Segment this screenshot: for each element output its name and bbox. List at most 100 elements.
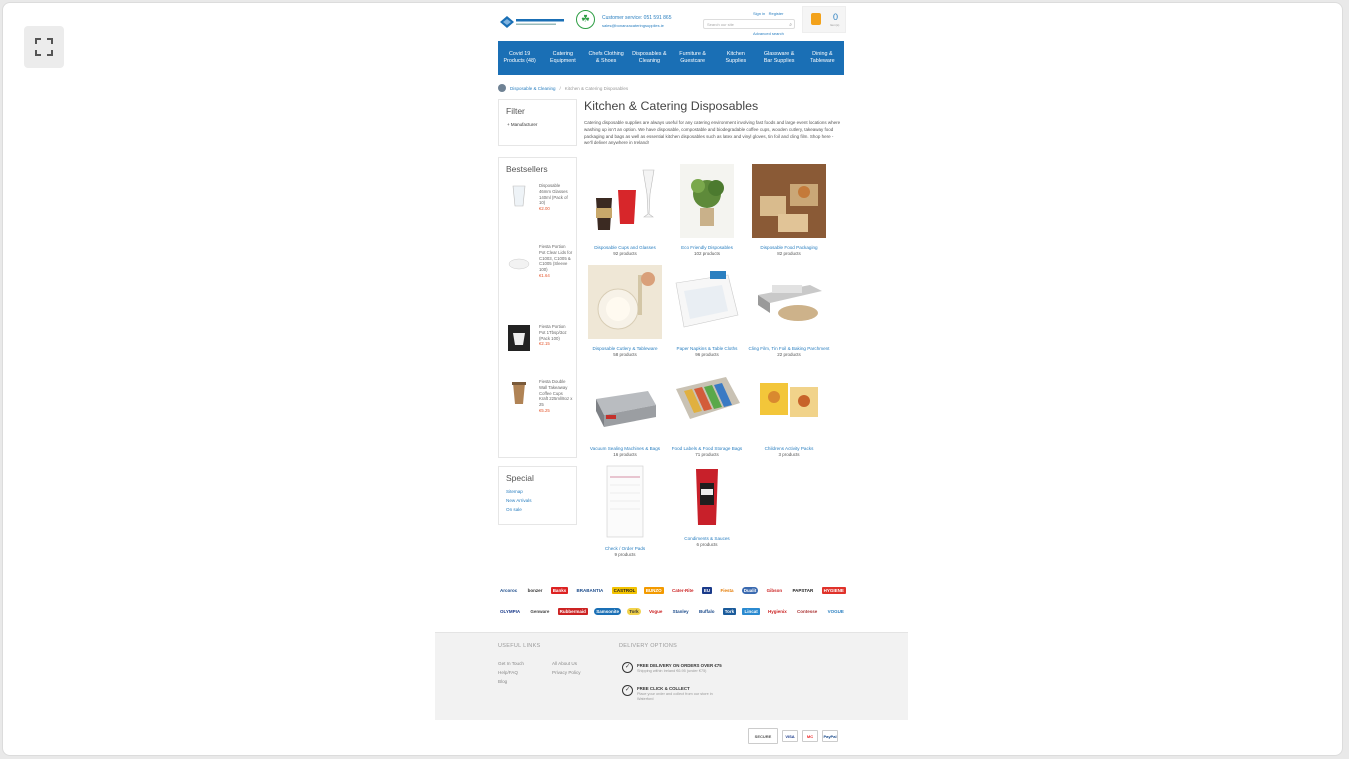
brand-logo[interactable]: BUNZO (643, 586, 664, 594)
search-input[interactable]: Search our site ⌕ (703, 19, 795, 29)
bestseller-price: €2.15 (539, 341, 550, 347)
bestseller-name[interactable]: Fiesta Portion Pot Clear Lids for C1003,… (539, 244, 572, 272)
bestseller-text: Fiesta Portion Pot Clear Lids for C1003,… (539, 244, 573, 279)
brand-logo[interactable]: Dualit (741, 586, 759, 594)
category-image[interactable] (670, 265, 744, 339)
shopping-bag-icon (811, 13, 821, 25)
bestseller-item[interactable]: Fiesta Portion Pot 1Tbsp/3oz (Pack 100) €… (499, 321, 576, 376)
product-image[interactable] (508, 251, 530, 277)
brand-logo[interactable]: BRABANTIA (575, 587, 606, 594)
category-image[interactable] (588, 365, 662, 439)
category-image[interactable] (670, 164, 744, 238)
category-image[interactable] (588, 465, 662, 539)
expand-fullscreen-button[interactable] (24, 26, 64, 68)
category-tile[interactable]: Paper Napkins & Table Cloths 96 products (666, 265, 748, 357)
category-count: 6 products (696, 542, 718, 548)
brand-logo[interactable]: Samsonite (594, 607, 621, 615)
brand-logo[interactable]: Genware (528, 608, 551, 615)
cart-button[interactable]: 0 Item(s) (802, 6, 846, 33)
filter-box: Filter + Manufacturer (498, 99, 577, 146)
brand-logo[interactable]: EU (701, 586, 713, 594)
brand-logo[interactable]: HYGIENE (821, 586, 846, 594)
category-tile[interactable]: Disposable Cups and Glasses 92 products (584, 164, 666, 256)
check-circle-icon: ✓ (622, 662, 633, 673)
category-tile[interactable]: Disposable Cutlery & Tableware 58 produc… (584, 265, 666, 357)
brand-logo[interactable]: Gibson (765, 587, 785, 594)
category-image[interactable] (670, 465, 744, 529)
category-tile[interactable]: Check / Order Pads 9 products (584, 465, 666, 557)
nav-item-covid[interactable]: Covid 19 Products (48) (498, 41, 541, 75)
brand-logo[interactable]: Lincat (742, 607, 760, 615)
brand-logo[interactable]: CASTROL (611, 586, 638, 594)
on-sale-link[interactable]: On sale (506, 507, 576, 512)
product-image[interactable] (508, 184, 530, 210)
brand-logo[interactable]: Buffalo (697, 608, 717, 615)
footer-link[interactable]: All About Us (552, 661, 577, 666)
brand-logo[interactable]: Vogue (647, 608, 664, 615)
product-image[interactable] (508, 380, 530, 406)
product-image[interactable] (508, 325, 530, 351)
category-image[interactable] (752, 164, 826, 238)
nav-item-dining[interactable]: Dining & Tableware (801, 41, 844, 75)
home-icon[interactable] (498, 84, 506, 92)
brand-logo[interactable]: Stanley (671, 608, 691, 615)
brand-logo[interactable]: Tork (722, 607, 737, 615)
brand-logo[interactable]: VOGUE (826, 608, 846, 615)
search-icon[interactable]: ⌕ (789, 21, 792, 30)
category-count: 22 products (777, 352, 801, 358)
sign-in-link[interactable]: Sign in (753, 11, 765, 16)
category-image[interactable] (752, 365, 826, 439)
brand-logo[interactable]: Tork (627, 607, 641, 615)
brand-logo[interactable]: Rubbermaid (557, 607, 588, 615)
category-tile[interactable]: Food Labels & Food Storage Bags 71 produ… (666, 365, 748, 457)
bestseller-name[interactable]: Fiesta Portion Pot 1Tbsp/3oz (Pack 100) (539, 324, 567, 341)
category-tile[interactable]: Childrens Activity Packs 3 products (748, 365, 830, 457)
category-tile[interactable]: Eco Friendly Disposables 102 products (666, 164, 748, 256)
category-tile[interactable]: Cling Film, Tin Foil & Baking Parchment … (748, 265, 830, 357)
brand-logo[interactable]: Contesse (795, 608, 819, 615)
advanced-search-link[interactable]: Advanced search (753, 31, 784, 36)
nav-item-glassware[interactable]: Glassware & Bar Supplies (758, 41, 801, 75)
nav-item-chefs-clothing[interactable]: Chefs Clothing & Shoes (585, 41, 628, 75)
footer-link[interactable]: Privacy Policy (552, 670, 581, 675)
footer-link[interactable]: Get In Touch (498, 661, 524, 666)
footer-link[interactable]: Help/FAQ (498, 670, 518, 675)
nav-item-catering-equipment[interactable]: Catering Equipment (541, 41, 584, 75)
bestseller-name[interactable]: Disposable 46mm Glasses 140ml (Pack of 1… (539, 183, 568, 205)
brand-logo[interactable]: Fiesta (718, 587, 735, 594)
breadcrumb-link[interactable]: Disposable & Cleaning (510, 86, 556, 91)
secure-badge: SECURE (748, 728, 778, 744)
nav-item-kitchen[interactable]: Kitchen Supplies (714, 41, 757, 75)
sitemap-link[interactable]: Sitemap (506, 489, 576, 494)
brand-logo[interactable]: bonzer (526, 587, 545, 594)
breadcrumb-separator: / (559, 85, 561, 91)
brand-logo[interactable]: OLYMPIA (498, 608, 522, 615)
new-arrivals-link[interactable]: New Arrivals (506, 498, 576, 503)
category-image[interactable] (752, 265, 826, 339)
bestsellers-title: Bestsellers (506, 164, 548, 174)
bestseller-item[interactable]: Disposable 46mm Glasses 140ml (Pack of 1… (499, 180, 576, 241)
footer-link[interactable]: Blog (498, 679, 507, 684)
category-count: 96 products (695, 352, 719, 358)
brand-logo[interactable]: Cater-Rite (670, 587, 696, 594)
bestseller-name[interactable]: Fiesta Double Wall Takeaway Coffee Cups … (539, 379, 572, 407)
category-tile[interactable]: Vacuum Sealing Machines & Bags 16 produc… (584, 365, 666, 457)
site-logo[interactable] (498, 14, 568, 30)
filter-manufacturer[interactable]: + Manufacturer (507, 122, 576, 127)
brand-logo[interactable]: Banks (550, 586, 569, 594)
category-image[interactable] (588, 265, 662, 339)
nav-item-disposables[interactable]: Disposables & Cleaning (628, 41, 671, 75)
category-image[interactable] (588, 164, 662, 238)
email-link[interactable]: sales@bonanzacateringsupplies.ie (602, 23, 664, 28)
register-link[interactable]: Register (769, 11, 784, 16)
category-tile[interactable]: Condiments & Sauces 6 products (666, 465, 748, 547)
page-title: Kitchen & Catering Disposables (584, 99, 759, 113)
bestseller-item[interactable]: Fiesta Portion Pot Clear Lids for C1003,… (499, 241, 576, 321)
brand-logo[interactable]: PAPSTAR (790, 587, 815, 594)
bestseller-item[interactable]: Fiesta Double Wall Takeaway Coffee Cups … (499, 376, 576, 446)
category-image[interactable] (670, 365, 744, 439)
nav-item-furniture[interactable]: Furniture & Guestcare (671, 41, 714, 75)
category-tile[interactable]: Disposable Food Packaging 82 products (748, 164, 830, 256)
brand-logo[interactable]: Arcoroc (498, 587, 519, 594)
brand-logo[interactable]: Hygienix (766, 608, 789, 615)
